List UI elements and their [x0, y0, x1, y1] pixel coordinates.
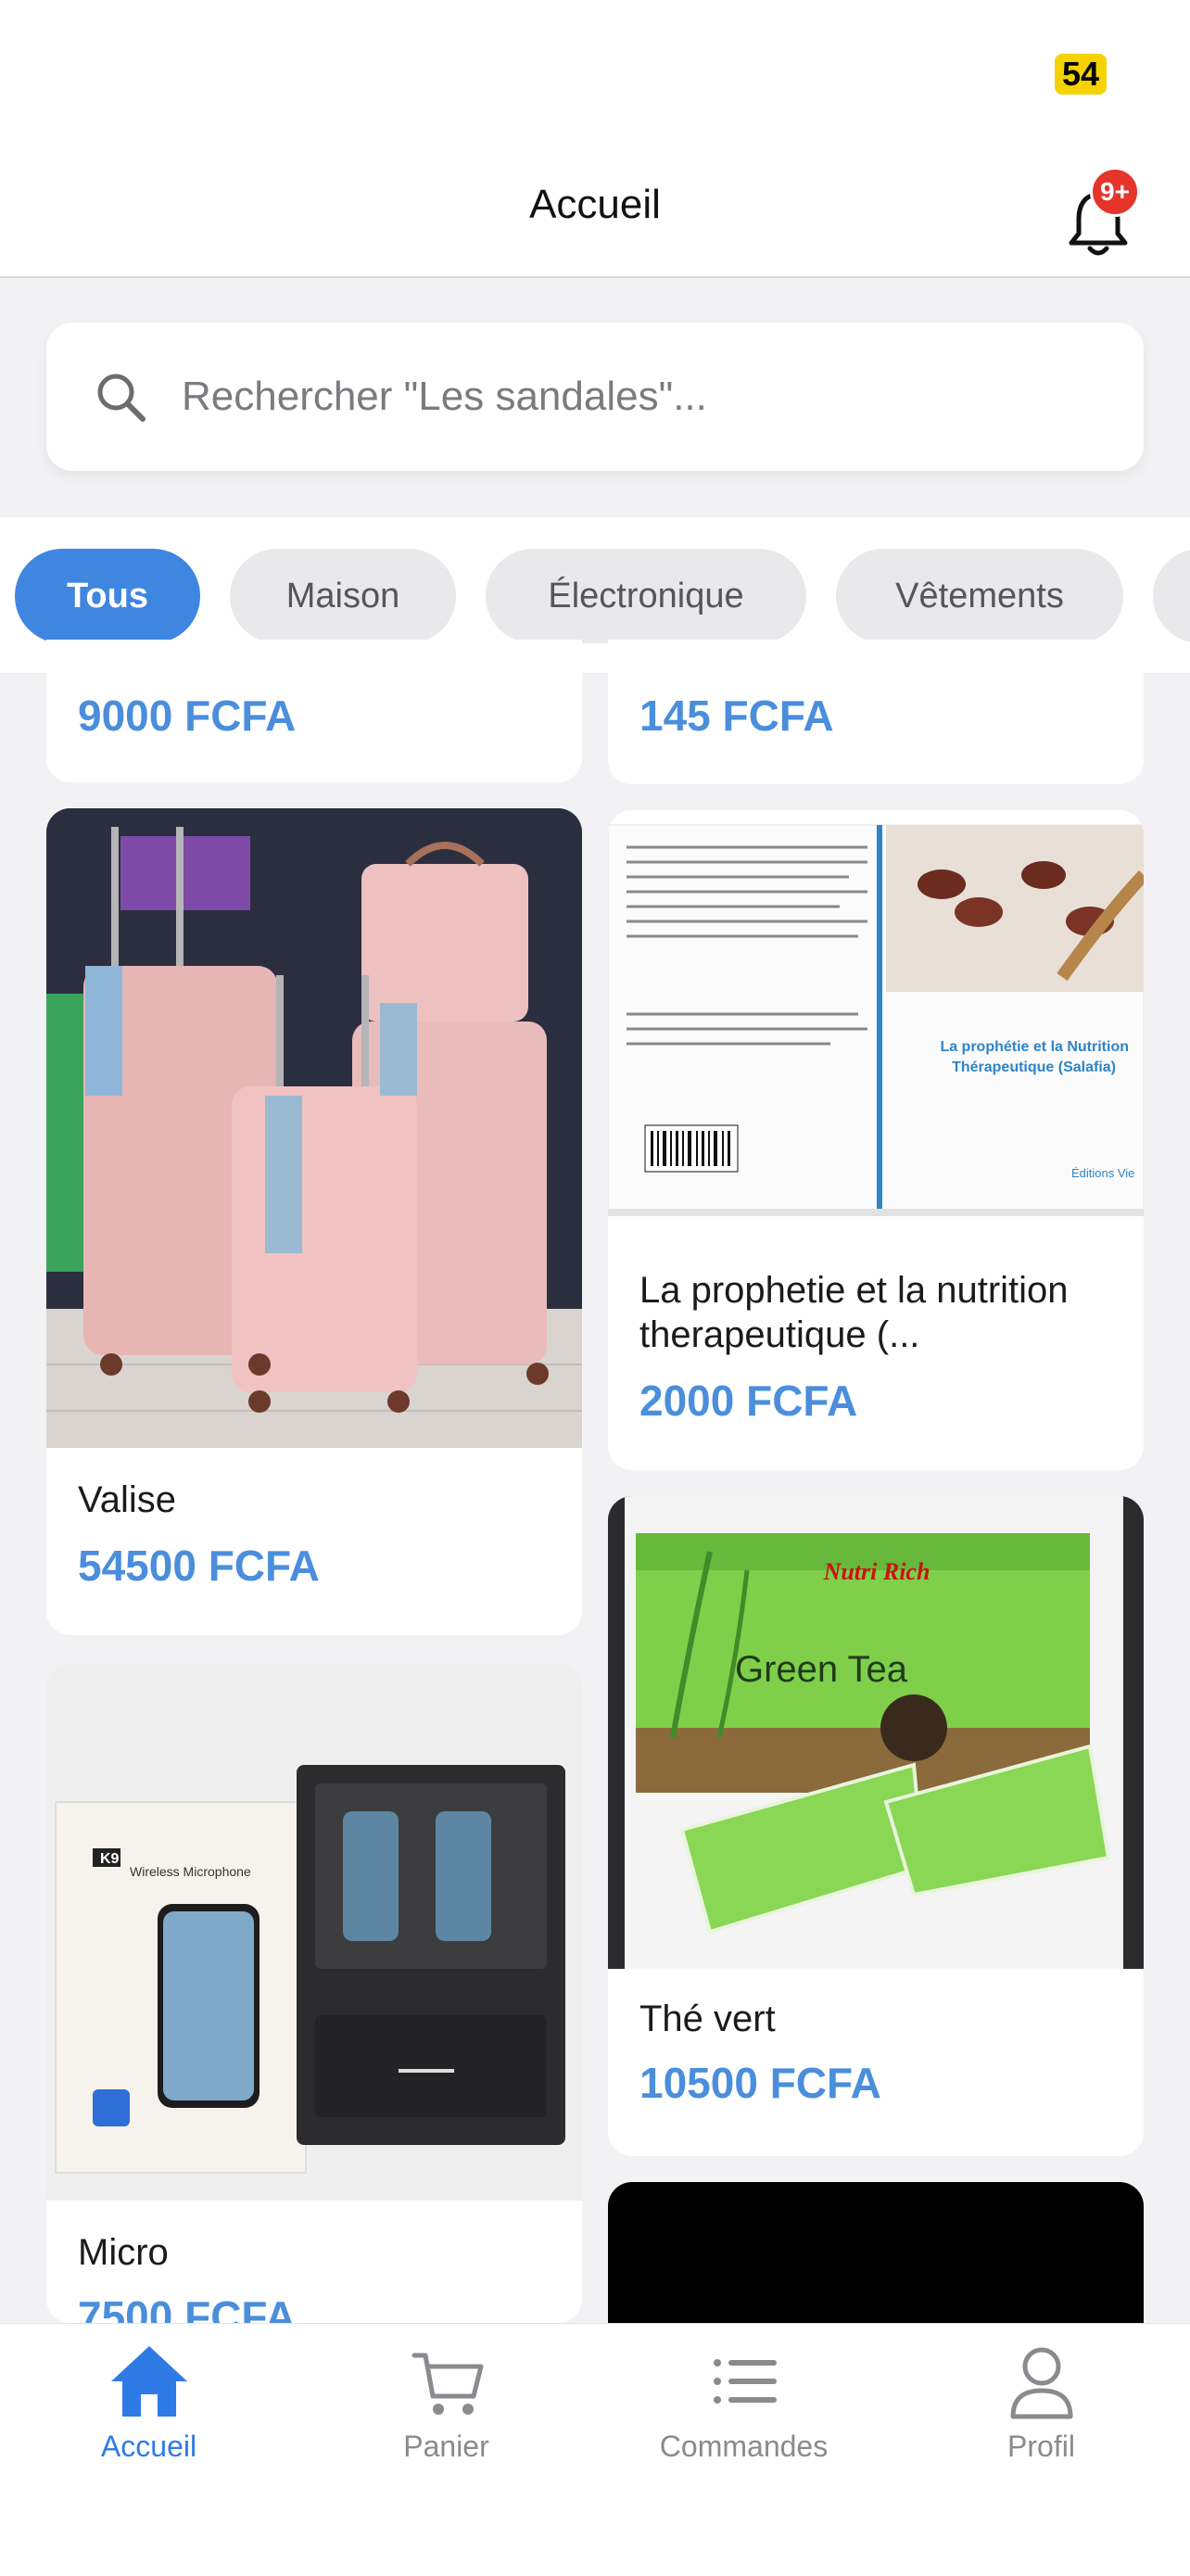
product-card-livre[interactable]: La prophétie et la Nutrition Thérapeutiq… [608, 810, 1144, 1470]
page-title: Accueil [529, 182, 661, 227]
category-chip-more[interactable] [1153, 549, 1190, 643]
tab-label: Accueil [100, 2430, 197, 2463]
product-price: 2000 FCFA [639, 1377, 858, 1425]
tea-box-brand: Nutri Rich [823, 1558, 930, 1585]
product-name: Micro [78, 2232, 169, 2273]
tab-panier[interactable]: Panier [298, 2342, 595, 2481]
product-image: Nutri Rich Green Tea [608, 1496, 1144, 1969]
product-price: 7500 FCFA [78, 2292, 297, 2323]
mic-box-label: Wireless Microphone [130, 1864, 251, 1879]
mic-box-model: K9 [100, 1851, 120, 1867]
product-price: 54500 FCFA [78, 1542, 320, 1590]
product-image: K9 Wireless Microphone [46, 1663, 582, 2201]
product-card-the-vert[interactable]: Nutri Rich Green Tea Thé vert 10500 FCFA [608, 1496, 1144, 2156]
home-icon [110, 2346, 187, 2417]
product-card[interactable]: 145 FCFA [608, 640, 1144, 784]
product-image: La prophétie et la Nutrition Thérapeutiq… [608, 810, 1144, 1227]
search-input[interactable] [180, 373, 1092, 421]
product-card-valise[interactable]: Valise 54500 FCFA [46, 808, 582, 1635]
tab-label: Panier [403, 2430, 489, 2463]
category-chip-vetements[interactable]: Vêtements [836, 549, 1123, 643]
book-cover-publisher: Éditions Vie [1071, 1166, 1134, 1180]
tab-label: Profil [1007, 2430, 1075, 2463]
product-card-micro[interactable]: K9 Wireless Microphone Micro 7500 FCFA [46, 1663, 582, 2323]
product-price: 10500 FCFA [639, 2059, 881, 2107]
product-price: 145 FCFA [639, 692, 834, 740]
category-chip-electronique[interactable]: Électronique [486, 549, 806, 643]
category-chip-tous[interactable]: Tous [15, 549, 200, 643]
product-card[interactable]: 9000 FCFA [46, 640, 582, 782]
search-bar[interactable] [46, 323, 1144, 471]
book-cover-title-1: La prophétie et la Nutrition [940, 1039, 1129, 1055]
product-image [46, 808, 582, 1448]
tab-profil[interactable]: Profil [892, 2342, 1190, 2481]
search-section [0, 278, 1190, 517]
cart-icon [411, 2353, 483, 2415]
notification-badge: 9+ [1090, 167, 1140, 217]
category-chip-maison[interactable]: Maison [230, 549, 456, 643]
book-cover-title-2: Thérapeutique (Salafia) [952, 1060, 1116, 1075]
person-icon [1010, 2347, 1072, 2419]
product-price: 9000 FCFA [78, 692, 297, 740]
app-header: Accueil 9+ [0, 139, 1190, 278]
bottom-tab-bar: Accueil Panier Commandes Profil [0, 2323, 1190, 2576]
product-name: La prophetie et la nutrition therapeutiq… [639, 1270, 1069, 1355]
tab-label: Commandes [659, 2430, 829, 2463]
status-bar: 54 [0, 0, 1190, 139]
tea-box-label: Green Tea [735, 1649, 908, 1690]
tab-accueil[interactable]: Accueil [0, 2342, 298, 2481]
product-name: Thé vert [639, 1999, 776, 2039]
product-name: Valise [78, 1479, 176, 1520]
search-icon [97, 374, 146, 422]
list-icon [713, 2359, 777, 2404]
battery-indicator: 54 [1055, 54, 1108, 95]
tab-commandes[interactable]: Commandes [595, 2342, 892, 2481]
